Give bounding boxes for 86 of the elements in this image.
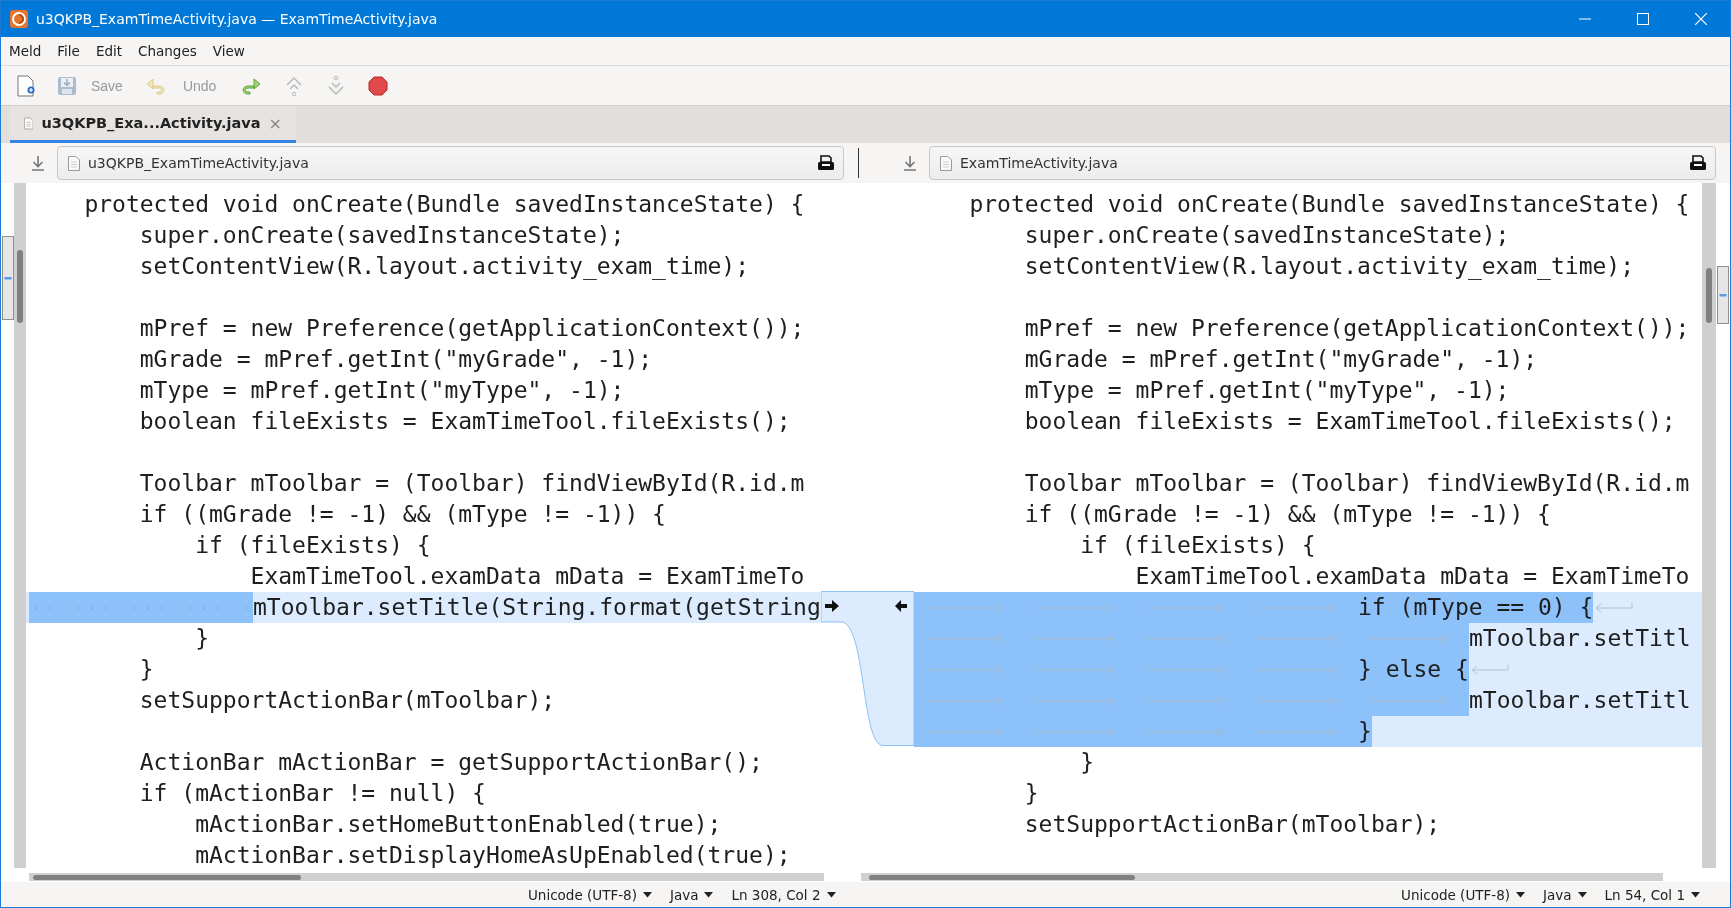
code-line: super.onCreate(savedInstanceState); <box>138 221 625 250</box>
code-line: boolean fileExists = ExamTimeTool.fileExists(); <box>1023 407 1676 436</box>
code-line: Toolbar mToolbar = (Toolbar) findViewById(R.id.m <box>1023 469 1690 498</box>
document-icon <box>68 155 80 171</box>
code-line: mType = mPref.getInt("myType", -1); <box>1023 376 1510 405</box>
code-text: mToolbar.setTitle(String.format(getString <box>253 593 821 622</box>
menu-item[interactable]: View <box>212 43 245 59</box>
maximize-icon <box>1637 13 1649 25</box>
code-line: protected void onCreate(Bundle savedInstanceState) { <box>968 190 1690 219</box>
code-line: } <box>1079 748 1094 777</box>
new-button[interactable] <box>17 74 35 97</box>
document-tray-icon[interactable] <box>1689 155 1707 171</box>
vertical-scrollbar[interactable] <box>14 183 26 868</box>
change-map <box>1717 266 1729 324</box>
code-line: ExamTimeTool.examData mData = ExamTimeTo <box>1134 562 1690 591</box>
code-line: mGrade = mPref.getInt("myGrade", -1); <box>1023 345 1538 374</box>
code-line: Toolbar mToolbar = (Toolbar) findViewById(R.id.m <box>138 469 805 498</box>
status-dropdown[interactable]: Java <box>1543 886 1587 903</box>
status-dropdown[interactable]: Unicode (UTF-8) <box>1401 886 1525 903</box>
document-tray-icon[interactable] <box>817 155 835 171</box>
stop-icon <box>368 75 389 96</box>
code-line: if (fileExists) { <box>194 531 431 560</box>
app-icon <box>10 10 28 28</box>
close-icon <box>1695 13 1707 25</box>
window-title: u3QKPB_ExamTimeActivity.java — ExamTimeActivity.java <box>36 11 438 27</box>
code-line: setSupportActionBar(mToolbar); <box>1023 810 1441 839</box>
status-dropdown[interactable]: Ln 308, Col 2 <box>731 886 836 903</box>
menu-item[interactable]: Edit <box>95 43 123 59</box>
arrow-left-icon[interactable] <box>894 599 908 613</box>
caret-icon <box>1577 891 1587 898</box>
code-line: } <box>138 655 154 684</box>
code-line: setSupportActionBar(mToolbar); <box>138 686 556 715</box>
code-line: mPref = new Preference(getApplicationContext()); <box>1023 314 1690 343</box>
save-icon <box>57 75 77 96</box>
code-line: ExamTimeTool.examData mData = ExamTimeTo <box>249 562 805 591</box>
code-line: if (fileExists) { <box>1079 531 1316 560</box>
code-line: mActionBar.setHomeButtonEnabled(true); <box>194 810 722 839</box>
code-line: setContentView(R.layout.activity_exam_time); <box>138 252 750 282</box>
code-line: mGrade = mPref.getInt("myGrade", -1); <box>138 345 653 374</box>
code-line: ActionBar mActionBar = getSupportActionBar(); <box>138 748 763 777</box>
caret-icon <box>1516 891 1525 898</box>
code-text: } else { <box>1358 654 1469 685</box>
caret-icon <box>642 891 652 898</box>
code-line: setContentView(R.layout.activity_exam_time); <box>1023 252 1635 282</box>
caret-icon <box>826 891 836 898</box>
file-name: ExamTimeActivity.java <box>960 155 1119 171</box>
horizontal-scrollbar[interactable] <box>29 871 824 881</box>
new-document-icon <box>17 74 35 97</box>
horizontal-scrollbar[interactable] <box>861 871 1663 881</box>
code-line: } <box>1023 779 1039 808</box>
code-text: mToolbar.setTitl <box>1469 624 1691 653</box>
caret-icon <box>1691 891 1700 898</box>
code-text: mToolbar.setTitl <box>1469 686 1691 715</box>
code-line: if (mActionBar != null) { <box>138 779 486 808</box>
file-path-field[interactable]: ExamTimeActivity.java <box>929 146 1716 180</box>
vertical-scrollbar[interactable] <box>1702 183 1716 868</box>
file-path-field[interactable]: u3QKPB_ExamTimeActivity.java <box>57 146 844 180</box>
code-line: boolean fileExists = ExamTimeTool.fileExists(); <box>138 407 791 436</box>
code-line: super.onCreate(savedInstanceState); <box>1023 221 1510 250</box>
status-dropdown[interactable]: Java <box>669 886 714 903</box>
document-icon <box>940 155 952 171</box>
code-text: if (mType == 0) { <box>1358 592 1594 623</box>
menu-item[interactable]: Changes <box>138 43 197 59</box>
code-line: mPref = new Preference(getApplicationContext()); <box>138 314 805 343</box>
download-icon[interactable] <box>903 155 917 171</box>
code-line: } <box>194 624 209 653</box>
caret-icon <box>704 891 714 898</box>
minimize-icon <box>1579 18 1591 20</box>
code-text: } <box>1358 716 1372 747</box>
down-arrow-icon <box>326 74 347 97</box>
code-line: mActionBar.setDisplayHomeAsUpEnabled(true); <box>194 841 791 870</box>
menu-item[interactable]: Meld <box>9 43 42 59</box>
arrow-right-icon[interactable] <box>824 599 840 613</box>
document-tab[interactable]: u3QKPB_Exa...Activity.java × <box>10 106 296 143</box>
download-icon[interactable] <box>31 155 45 171</box>
status-dropdown[interactable]: Ln 54, Col 1 <box>1604 886 1700 903</box>
stop-button[interactable] <box>368 75 389 96</box>
menu-item[interactable]: File <box>57 43 80 59</box>
tab-label: u3QKPB_Exa...Activity.java <box>41 115 261 131</box>
status-dropdown[interactable]: Unicode (UTF-8) <box>528 886 652 903</box>
code-line: if ((mGrade != -1) && (mType != -1)) { <box>138 500 666 529</box>
code-line: if ((mGrade != -1) && (mType != -1)) { <box>1023 500 1551 529</box>
file-name: u3QKPB_ExamTimeActivity.java <box>88 155 310 171</box>
document-icon <box>24 115 34 131</box>
code-line: mType = mPref.getInt("myType", -1); <box>138 376 625 405</box>
code-line: protected void onCreate(Bundle savedInstanceState) { <box>83 190 805 219</box>
